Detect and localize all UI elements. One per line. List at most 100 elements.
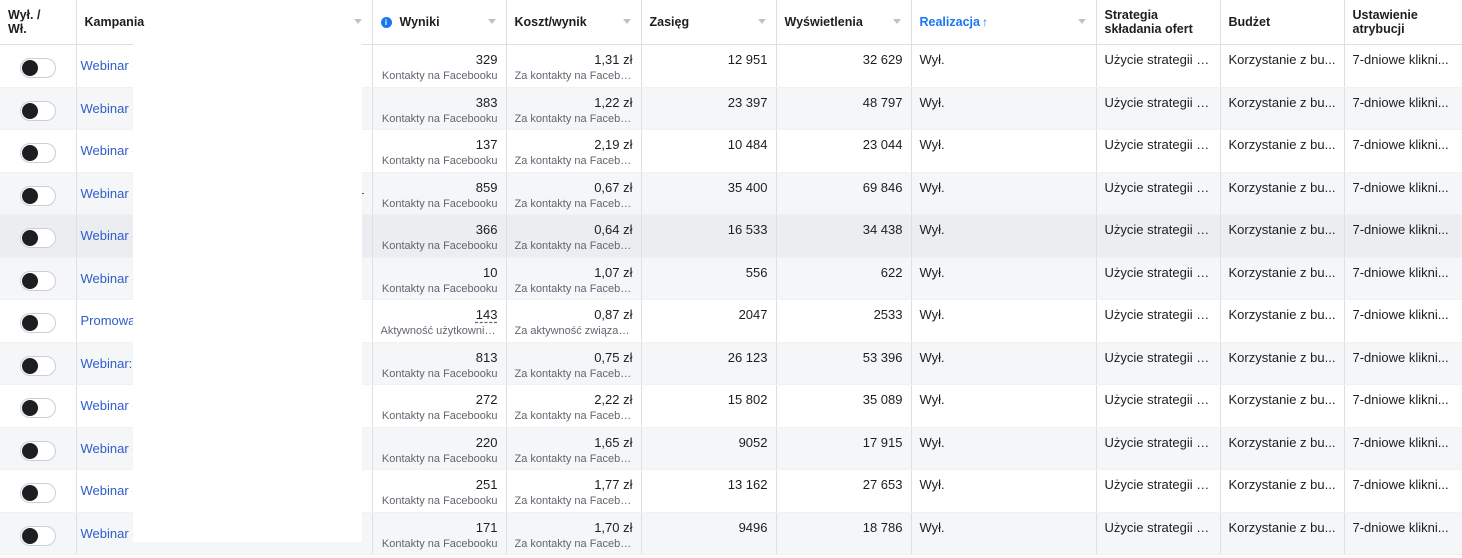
reach-cell: 2047 [641, 299, 777, 343]
delivery-status: Wył. [919, 307, 945, 322]
results-type: Kontakty na Facebooku [381, 197, 498, 210]
campaign-toggle[interactable] [19, 440, 56, 461]
toggle-cell [0, 469, 77, 513]
cost-type: Za kontakty na Facebo... [514, 452, 633, 465]
reach-cell: 13 162 [641, 469, 777, 513]
budget-cell: Korzystanie z bu... [1220, 129, 1345, 173]
reach-cell: 35 400 [641, 172, 777, 215]
campaign-toggle[interactable] [19, 270, 56, 291]
header-impressions[interactable]: Wyświetlenia [776, 0, 912, 45]
chevron-down-icon[interactable] [1077, 19, 1086, 24]
campaign-toggle[interactable] [19, 58, 56, 78]
results-value: 10 [483, 264, 498, 280]
campaign-toggle[interactable] [19, 313, 56, 333]
budget-cell: Korzystanie z bu... [1220, 172, 1345, 215]
results-type: Kontakty na Facebooku [381, 367, 498, 380]
cost-type: Za kontakty na Facebo... [514, 70, 633, 82]
budget-value: Korzystanie z bu... [1228, 519, 1336, 535]
results-value: 859 [475, 179, 498, 195]
chevron-down-icon[interactable] [487, 19, 496, 24]
chevron-down-icon[interactable] [353, 19, 362, 24]
cost-cell: 2,22 zł Za kontakty na Facebo... [506, 384, 642, 428]
toggle-knob [21, 230, 38, 246]
results-type: Kontakty na Facebooku [381, 112, 498, 125]
impressions-cell: 69 846 [776, 172, 912, 215]
reach-value: 35 400 [727, 179, 768, 195]
cost-type: Za kontakty na Facebo... [514, 537, 633, 550]
bid-strategy-value: Użycie strategii s... [1104, 519, 1214, 535]
reach-value: 2047 [738, 307, 768, 322]
attribution-value: 7-dniowe klikni... [1352, 349, 1449, 365]
header-cost-label: Koszt/wynik [514, 15, 587, 29]
campaign-toggle[interactable] [19, 228, 56, 248]
bid-strategy-cell: Użycie strategii s... [1096, 427, 1221, 470]
reach-value: 9496 [738, 519, 768, 535]
results-value: 329 [475, 52, 498, 67]
reach-value: 23 397 [727, 94, 768, 110]
results-cell: 137 Kontakty na Facebooku [372, 129, 507, 173]
header-results-label: Wyniki [399, 15, 440, 29]
toggle-knob [21, 60, 38, 76]
attribution-cell: 7-dniowe klikni... [1344, 384, 1462, 428]
delivery-cell: Wył. [911, 87, 1097, 130]
budget-value: Korzystanie z bu... [1228, 264, 1336, 280]
attribution-value: 7-dniowe klikni... [1352, 52, 1449, 67]
results-cell: 329 Kontakty na Facebooku [372, 44, 507, 88]
reach-cell: 12 951 [641, 44, 777, 88]
info-icon[interactable]: i [380, 16, 392, 28]
header-campaign[interactable]: Kampania [76, 0, 373, 45]
cost-cell: 2,19 zł Za kontakty na Facebo... [506, 129, 642, 173]
results-cell: 10 Kontakty na Facebooku [372, 257, 507, 300]
header-bid-strategy-label: Strategia składania ofert [1104, 8, 1193, 36]
attribution-cell: 7-dniowe klikni... [1344, 214, 1462, 258]
results-value: 143 [475, 307, 498, 322]
reach-value: 15 802 [727, 392, 768, 407]
header-bid-strategy[interactable]: Strategia składania ofert [1096, 0, 1221, 45]
chevron-down-icon[interactable] [757, 19, 766, 24]
impressions-cell: 34 438 [776, 214, 912, 258]
attribution-value: 7-dniowe klikni... [1352, 94, 1449, 110]
results-cell: 251 Kontakty na Facebooku [372, 469, 507, 513]
attribution-cell: 7-dniowe klikni... [1344, 512, 1462, 555]
campaign-toggle[interactable] [19, 100, 56, 121]
header-row: Wył. / Wł. Kampania i Wyniki Koszt/wynik … [0, 0, 1462, 45]
impressions-value: 48 797 [862, 94, 903, 110]
results-cell: 143 Aktywność użytkownik... [372, 299, 507, 343]
budget-value: Korzystanie z bu... [1228, 477, 1336, 492]
impressions-cell: 18 786 [776, 512, 912, 555]
toggle-cell [0, 512, 77, 555]
campaign-toggle[interactable] [19, 143, 56, 163]
budget-cell: Korzystanie z bu... [1220, 512, 1345, 555]
results-cell: 366 Kontakty na Facebooku [372, 214, 507, 258]
campaign-toggle[interactable] [19, 398, 56, 418]
chevron-down-icon[interactable] [892, 19, 901, 24]
toggle-knob [21, 315, 38, 331]
cost-type: Za kontakty na Facebo... [514, 155, 633, 167]
header-results[interactable]: i Wyniki [372, 0, 507, 45]
campaign-toggle[interactable] [19, 355, 56, 376]
results-value: 171 [475, 519, 498, 535]
delivery-status: Wył. [919, 94, 945, 110]
header-delivery[interactable]: Realizacja ↑ [911, 0, 1097, 45]
attribution-value: 7-dniowe klikni... [1352, 477, 1449, 492]
toggle-knob [21, 102, 38, 119]
campaign-toggle[interactable] [19, 185, 56, 206]
cost-cell: 1,31 zł Za kontakty na Facebo... [506, 44, 642, 88]
chevron-down-icon[interactable] [622, 19, 631, 24]
delivery-status: Wył. [919, 392, 945, 407]
header-attribution[interactable]: Ustawienie atrybucji [1344, 0, 1462, 45]
header-onoff[interactable]: Wył. / Wł. [0, 0, 77, 45]
campaign-toggle[interactable] [19, 483, 56, 503]
toggle-cell [0, 342, 77, 385]
campaign-toggle[interactable] [19, 525, 56, 546]
cost-cell: 1,65 zł Za kontakty na Facebo... [506, 427, 642, 470]
header-budget[interactable]: Budżet [1220, 0, 1345, 45]
bid-strategy-cell: Użycie strategii s... [1096, 44, 1221, 88]
results-value: 137 [475, 137, 498, 152]
cost-value: 0,75 zł [594, 349, 633, 365]
results-value: 813 [475, 349, 498, 365]
header-onoff-label: Wył. / Wł. [8, 8, 41, 36]
budget-value: Korzystanie z bu... [1228, 392, 1336, 407]
header-reach[interactable]: Zasięg [641, 0, 777, 45]
header-cost[interactable]: Koszt/wynik [506, 0, 642, 45]
